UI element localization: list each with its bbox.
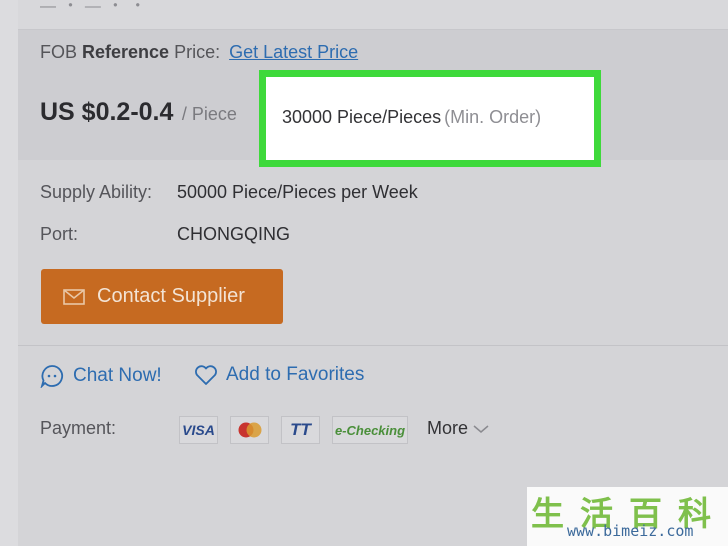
tt-text: TT [290, 420, 311, 439]
left-rail [0, 0, 18, 546]
fob-bold: Reference [82, 42, 170, 62]
chat-now-label: Chat Now! [73, 365, 162, 386]
add-to-favorites-label: Add to Favorites [226, 364, 365, 385]
visa-logo: VISA [179, 416, 218, 444]
min-order-text: 30000 Piece/Pieces (Min. Order) [282, 107, 541, 128]
fob-reference-row: FOB Reference Price: Get Latest Price [40, 42, 358, 63]
chevron-down-icon [473, 424, 489, 433]
more-payment-dropdown[interactable]: More [427, 418, 490, 439]
contact-supplier-button[interactable]: Contact Supplier [41, 269, 283, 324]
min-order-note: (Min. Order) [444, 107, 542, 127]
divider [18, 345, 728, 346]
supply-ability-label: Supply Ability: [40, 182, 153, 202]
site-watermark: 生活百科 www.bimeiz.com [527, 487, 728, 546]
min-order-quantity: 30000 Piece/Pieces [282, 107, 442, 127]
tt-logo: TT [281, 416, 320, 444]
product-price-panel: ― ・ ― ・ ・ FOB Reference Price: Get Lates… [0, 0, 728, 546]
contact-supplier-label: Contact Supplier [97, 285, 245, 307]
port-value: CHONGQING [177, 224, 291, 244]
heart-icon [195, 365, 217, 385]
e-checking-text: e-Checking [334, 422, 406, 438]
more-label: More [427, 418, 469, 438]
price-row: US $0.2-0.4 / Piece [40, 98, 237, 127]
price-value: US $0.2-0.4 [40, 98, 174, 126]
fob-prefix: FOB [40, 42, 83, 62]
mail-icon [63, 288, 85, 305]
chat-bubble-icon [40, 365, 64, 388]
mastercard-icon [238, 422, 261, 438]
chat-now-link[interactable]: Chat Now! [40, 364, 162, 388]
get-latest-price-link[interactable]: Get Latest Price [229, 42, 358, 62]
top-strip: ― ・ ― ・ ・ [18, 0, 728, 30]
fob-suffix: Price: [169, 42, 221, 62]
min-order-highlight: 30000 Piece/Pieces (Min. Order) [259, 70, 601, 167]
port-label: Port: [40, 224, 79, 244]
price-unit: / Piece [181, 104, 237, 124]
add-to-favorites-link[interactable]: Add to Favorites [194, 364, 364, 386]
watermark-url: www.bimeiz.com [567, 522, 694, 540]
payment-label: Payment: [40, 418, 117, 438]
supply-ability-value: 50000 Piece/Pieces per Week [177, 182, 418, 202]
cut-off-text: ― ・ ― ・ ・ [40, 0, 147, 15]
visa-text: VISA [182, 422, 215, 438]
e-checking-logo: e-Checking [332, 416, 408, 444]
mastercard-logo [230, 416, 269, 444]
